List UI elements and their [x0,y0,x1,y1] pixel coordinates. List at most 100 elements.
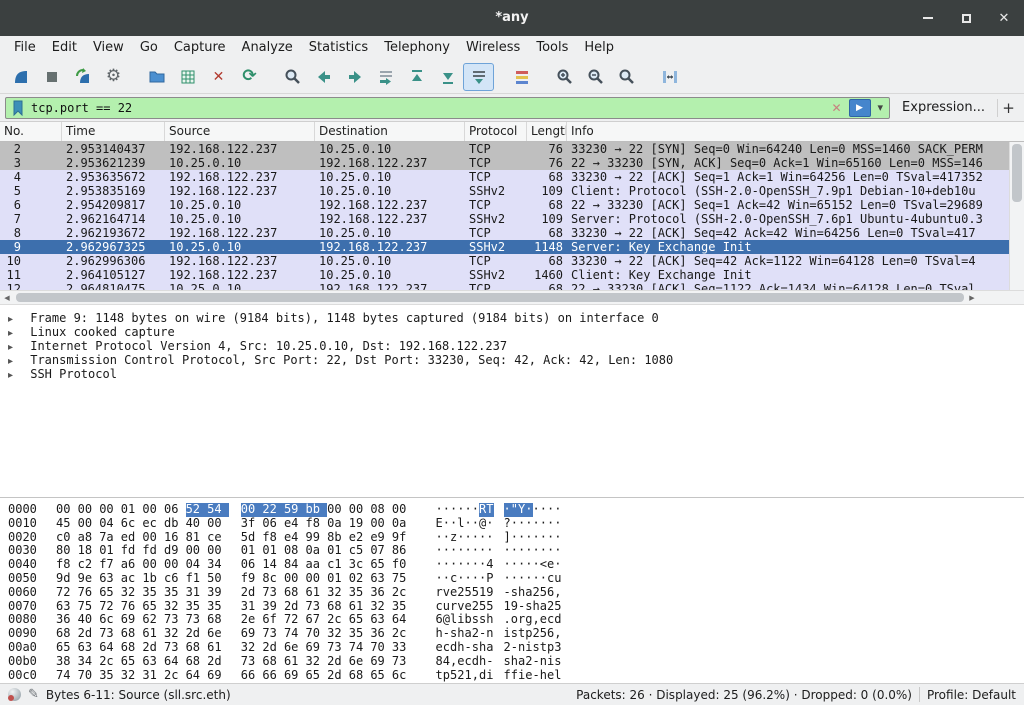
go-back-button[interactable] [308,63,339,91]
scroll-right-arrow-icon[interactable]: ▶ [965,291,979,304]
packet-detail-line[interactable]: ▸ Linux cooked capture [0,325,1024,339]
display-filter-input[interactable] [31,99,824,117]
restart-capture-button[interactable] [67,63,98,91]
menu-item[interactable]: Capture [166,36,234,60]
column-header-no[interactable]: No. [0,122,62,141]
hex-row[interactable]: 0040f8c2f7a600000434061484aac13c65f0····… [8,558,1024,572]
filter-clear-icon[interactable]: ✕ [828,101,844,115]
open-file-button[interactable] [141,63,172,91]
save-grid-icon [179,68,197,86]
hex-row[interactable]: 00104500046cecdb40003f06e4f80a19000aE··l… [8,517,1024,531]
capture-comment-icon[interactable]: ✎ [28,687,39,702]
zoom-in-button[interactable] [549,63,580,91]
menu-item[interactable]: Edit [44,36,85,60]
expand-triangle-icon[interactable]: ▸ [8,369,23,383]
packet-list-horizontal-scrollbar[interactable]: ◀ ▶ [0,290,1024,305]
capture-options-button[interactable]: ⚙ [98,63,129,91]
scrollbar-thumb[interactable] [16,293,964,302]
hex-row[interactable]: 00a0656364682d736861322d6e6973747033ecdh… [8,641,1024,655]
menu-item[interactable]: Telephony [376,36,458,60]
go-to-packet-button[interactable] [370,63,401,91]
hex-row[interactable]: 00509d9e63ac1bc6f150f98c000001026375··c·… [8,572,1024,586]
maximize-button[interactable] [956,8,976,28]
packet-row[interactable]: 6 2.954209817 10.25.0.10 192.168.122.237… [0,198,1024,212]
cell-length: 68 [527,254,567,268]
hex-row[interactable]: 00000000000100065254002259bb00000800····… [8,503,1024,517]
zoom-original-button[interactable] [611,63,642,91]
packet-row[interactable]: 2 2.953140437 192.168.122.237 10.25.0.10… [0,142,1024,156]
packet-row[interactable]: 11 2.964105127 192.168.122.237 10.25.0.1… [0,268,1024,282]
filter-apply-icon[interactable]: ▶ [849,99,871,117]
filter-dropdown-icon[interactable]: ▾ [875,101,887,114]
menu-item[interactable]: Help [576,36,622,60]
expression-button[interactable]: Expression... [890,100,997,115]
hex-row[interactable]: 0090682d736861322d6e697374703235362ch-sh… [8,627,1024,641]
folder-icon [148,68,166,86]
packet-detail-line[interactable]: ▸ Transmission Control Protocol, Src Por… [0,353,1024,367]
minimize-button[interactable] [918,8,938,28]
hex-offset: 0010 [8,517,38,531]
hex-row[interactable]: 0020c0a87aed001681ce5df8e4998be2e99f··z·… [8,531,1024,545]
hex-row[interactable]: 00b038342c656364682d736861322d6e697384,e… [8,655,1024,669]
colorize-button[interactable] [506,63,537,91]
goto-packet-icon [377,68,395,86]
cell-protocol: TCP [465,142,527,156]
packet-row[interactable]: 12 2.964810475 10.25.0.10 192.168.122.23… [0,282,1024,290]
packet-row[interactable]: 7 2.962164714 10.25.0.10 192.168.122.237… [0,212,1024,226]
column-header-info[interactable]: Info [567,122,1024,141]
save-file-button[interactable] [172,63,203,91]
column-header-source[interactable]: Source [165,122,315,141]
column-header-protocol[interactable]: Protocol [465,122,527,141]
menu-item[interactable]: Go [132,36,166,60]
packet-row[interactable]: 5 2.953835169 192.168.122.237 10.25.0.10… [0,184,1024,198]
packet-row[interactable]: 10 2.962996306 192.168.122.237 10.25.0.1… [0,254,1024,268]
hex-row[interactable]: 0070637572766532353531392d7368613235curv… [8,600,1024,614]
menu-item[interactable]: Wireless [458,36,528,60]
cell-time: 2.962967325 [62,240,165,254]
close-file-button[interactable]: ✕ [203,63,234,91]
packet-detail-line[interactable]: ▸ Internet Protocol Version 4, Src: 10.2… [0,339,1024,353]
stop-capture-button[interactable] [36,63,67,91]
close-button[interactable]: ✕ [994,8,1014,28]
menu-item[interactable]: Statistics [301,36,376,60]
start-capture-button[interactable] [5,63,36,91]
column-header-time[interactable]: Time [62,122,165,141]
menu-item[interactable]: File [6,36,44,60]
reload-button[interactable]: ⟳ [234,63,265,91]
packet-detail-line[interactable]: ▸ SSH Protocol [0,367,1024,381]
hex-row[interactable]: 00c074703532312c6469666669652d68656ctp52… [8,669,1024,683]
hex-row[interactable]: 006072766532353531392d7368613235362crve2… [8,586,1024,600]
packet-detail-line[interactable]: ▸ Frame 9: 1148 bytes on wire (9184 bits… [0,311,1024,325]
filter-bookmark-icon[interactable] [9,99,27,117]
find-packet-button[interactable] [277,63,308,91]
go-first-packet-button[interactable] [401,63,432,91]
go-forward-button[interactable] [339,63,370,91]
restart-fin-icon [74,68,92,86]
add-filter-button[interactable]: + [997,99,1019,117]
auto-scroll-button[interactable] [463,63,494,91]
cell-destination: 192.168.122.237 [315,198,465,212]
display-filter-field[interactable]: ✕ ▶ ▾ [5,97,890,119]
column-header-destination[interactable]: Destination [315,122,465,141]
expert-info-icon[interactable] [8,688,21,701]
scrollbar-thumb[interactable] [1012,144,1022,202]
cell-info: 22 → 33230 [ACK] Seq=1122 Ack=1434 Win=6… [567,282,980,290]
packet-row[interactable]: 3 2.953621239 10.25.0.10 192.168.122.237… [0,156,1024,170]
menu-item[interactable]: Analyze [234,36,301,60]
zoom-out-button[interactable] [580,63,611,91]
hex-row[interactable]: 0030801801fdfdd900000101080a01c50786····… [8,544,1024,558]
arrow-top-icon [408,68,426,86]
status-profile[interactable]: Profile: Default [927,688,1016,702]
go-last-packet-button[interactable] [432,63,463,91]
menu-item[interactable]: Tools [528,36,576,60]
column-header-length[interactable]: Length [527,122,567,141]
packet-row[interactable]: 9 2.962967325 10.25.0.10 192.168.122.237… [0,240,1024,254]
scroll-left-arrow-icon[interactable]: ◀ [0,291,14,304]
packet-row[interactable]: 4 2.953635672 192.168.122.237 10.25.0.10… [0,170,1024,184]
hex-row[interactable]: 008036406c69627373682e6f72672c6563646@li… [8,613,1024,627]
cell-time: 2.962193672 [62,226,165,240]
resize-columns-button[interactable] [654,63,685,91]
packet-list-vertical-scrollbar[interactable] [1009,142,1024,290]
packet-row[interactable]: 8 2.962193672 192.168.122.237 10.25.0.10… [0,226,1024,240]
menu-item[interactable]: View [85,36,132,60]
